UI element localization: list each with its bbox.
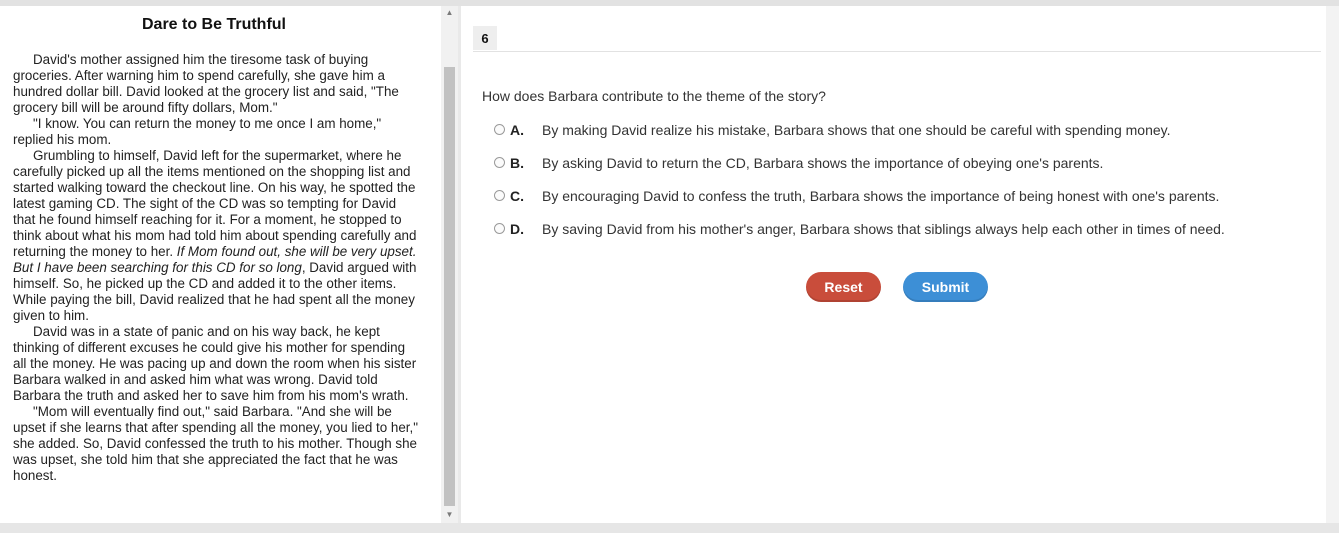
reset-button[interactable]: Reset xyxy=(806,272,881,302)
bottom-border xyxy=(0,523,1339,533)
passage-body: David's mother assigned him the tiresome… xyxy=(13,52,418,484)
passage-paragraph-5: "Mom will eventually find out," said Bar… xyxy=(13,404,418,483)
option-a-text[interactable]: By making David realize his mistake, Bar… xyxy=(542,121,1171,139)
option-d-text[interactable]: By saving David from his mother's anger,… xyxy=(542,220,1225,238)
scroll-down-arrow-icon[interactable]: ▼ xyxy=(441,508,458,522)
scroll-up-arrow-icon[interactable]: ▲ xyxy=(441,6,458,20)
passage-scroll-thumb[interactable] xyxy=(444,67,455,506)
question-number-tab[interactable]: 6 xyxy=(473,26,497,50)
option-a-letter: A. xyxy=(510,122,524,138)
question-text: How does Barbara contribute to the theme… xyxy=(482,88,826,104)
passage-panel: Dare to Be Truthful David's mother assig… xyxy=(0,6,441,523)
option-c-letter: C. xyxy=(510,188,524,204)
passage-paragraph-1: David's mother assigned him the tiresome… xyxy=(13,52,399,115)
option-d-radio[interactable] xyxy=(494,223,505,234)
option-b-radio[interactable] xyxy=(494,157,505,168)
option-b-text[interactable]: By asking David to return the CD, Barbar… xyxy=(542,154,1103,172)
right-gutter xyxy=(1326,6,1339,523)
passage-title: Dare to Be Truthful xyxy=(141,16,286,33)
question-number-divider xyxy=(473,51,1321,52)
option-d-letter: D. xyxy=(510,221,524,237)
question-panel xyxy=(461,6,1326,523)
passage-paragraph-4: David was in a state of panic and on his… xyxy=(13,324,417,403)
option-c-text[interactable]: By encouraging David to confess the trut… xyxy=(542,187,1219,205)
submit-button[interactable]: Submit xyxy=(903,272,988,302)
passage-paragraph-3-text-a: Grumbling to himself, David left for the… xyxy=(13,148,417,259)
option-b-letter: B. xyxy=(510,155,524,171)
passage-paragraph-2: "I know. You can return the money to me … xyxy=(13,116,382,147)
passage-paragraph-3: Grumbling to himself, David left for the… xyxy=(13,148,418,324)
option-c-radio[interactable] xyxy=(494,190,505,201)
option-a-radio[interactable] xyxy=(494,124,505,135)
